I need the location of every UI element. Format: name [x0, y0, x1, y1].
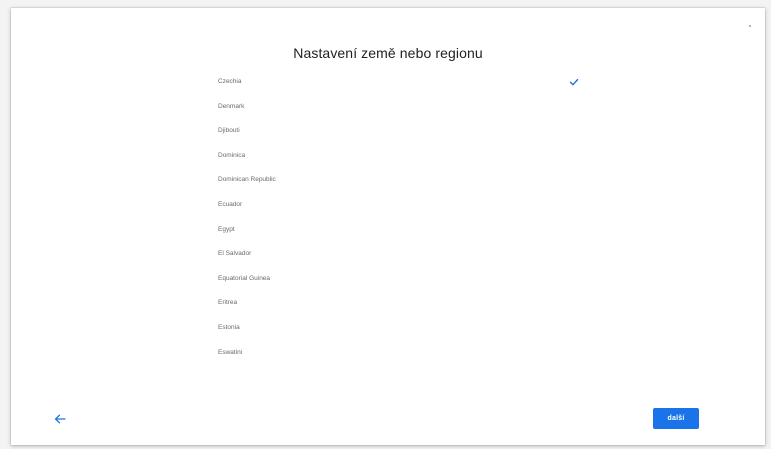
- setup-window: Nastavení země nebo regionu Czechia Denma…: [11, 8, 765, 445]
- corner-dot: [749, 25, 751, 27]
- check-icon: [569, 78, 579, 86]
- country-label: Eswatini: [218, 348, 243, 356]
- list-item[interactable]: Egypt: [201, 218, 586, 243]
- list-fade: [201, 378, 586, 400]
- page-title: Nastavení země nebo regionu: [293, 45, 483, 61]
- list-item[interactable]: Djibouti: [201, 119, 586, 144]
- list-item[interactable]: Denmark: [201, 95, 586, 120]
- list-item[interactable]: Eritrea: [201, 291, 586, 316]
- list-item[interactable]: Equatorial Guinea: [201, 267, 586, 292]
- next-button[interactable]: další: [653, 408, 699, 429]
- country-label: Egypt: [218, 225, 235, 233]
- list-item[interactable]: Ecuador: [201, 193, 586, 218]
- country-label: Denmark: [218, 102, 245, 110]
- country-label: Dominica: [218, 151, 246, 159]
- back-button[interactable]: [49, 410, 71, 428]
- screen: Nastavení země nebo regionu Czechia Denma…: [0, 0, 771, 449]
- list-item[interactable]: Dominica: [201, 144, 586, 169]
- list-item[interactable]: Dominican Republic: [201, 168, 586, 193]
- country-label: El Salvador: [218, 250, 252, 258]
- country-label: Equatorial Guinea: [218, 274, 271, 282]
- country-label: Estonia: [218, 323, 240, 331]
- country-label: Dominican Republic: [218, 176, 276, 184]
- country-label: Czechia: [218, 78, 242, 85]
- list-item[interactable]: El Salvador: [201, 242, 586, 267]
- list-item[interactable]: Eswatini: [201, 341, 586, 366]
- arrow-back-icon: [54, 414, 66, 424]
- country-list-container[interactable]: Czechia Denmark Djibouti Dominica Dominican …: [201, 70, 586, 400]
- country-label: Ecuador: [218, 200, 243, 208]
- country-list[interactable]: Czechia Denmark Djibouti Dominica Dominican …: [201, 70, 586, 365]
- list-item[interactable]: Estonia: [201, 316, 586, 341]
- list-item[interactable]: Czechia: [201, 70, 586, 95]
- country-label: Djibouti: [218, 127, 240, 135]
- country-label: Eritrea: [218, 299, 238, 307]
